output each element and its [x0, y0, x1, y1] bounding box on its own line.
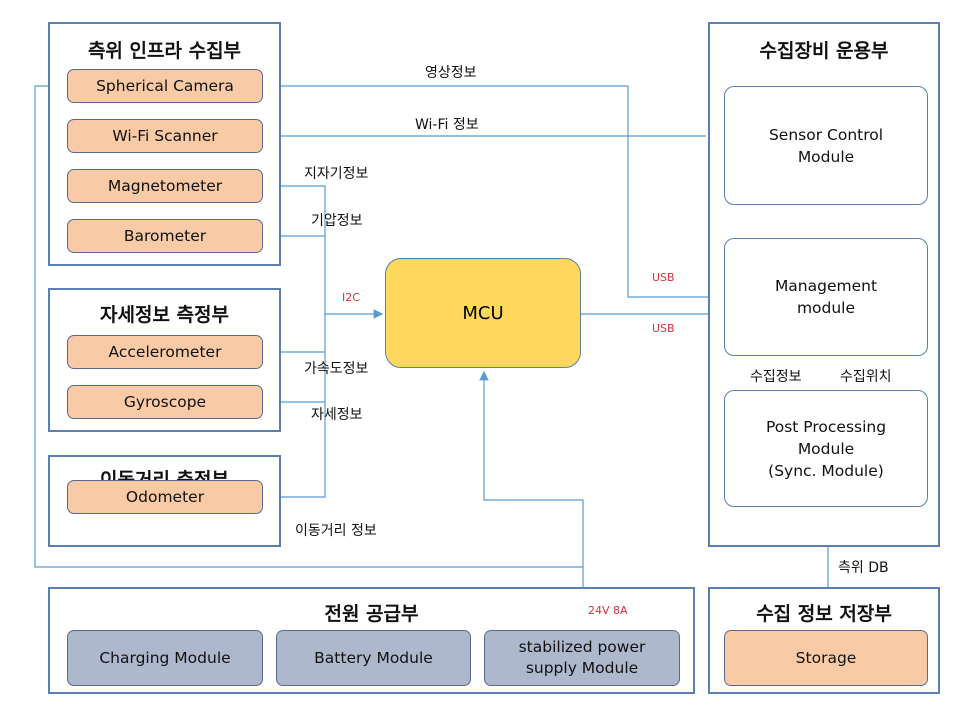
- pressure-info-label: 기압정보: [311, 213, 363, 229]
- storage: Storage: [724, 630, 928, 686]
- gyroscope: Gyroscope: [67, 385, 263, 419]
- group-title: 수집장비 운용부: [759, 40, 889, 62]
- attitude-info-label: 자세정보: [311, 407, 363, 423]
- usb-label-2: USB: [652, 322, 675, 335]
- power-spec-label: 24V 8A: [588, 604, 628, 617]
- accelerometer: Accelerometer: [67, 335, 263, 369]
- battery-module: Battery Module: [276, 630, 471, 686]
- collect-info-label: 수집정보: [750, 369, 802, 385]
- odometer: Odometer: [67, 480, 263, 514]
- management-module: Management module: [724, 238, 928, 356]
- distance-info-label: 이동거리 정보: [295, 523, 377, 539]
- usb-label-1: USB: [652, 271, 675, 284]
- wifi-info-label: Wi-Fi 정보: [415, 117, 479, 133]
- stabilized-power-supply-module: stabilized power supply Module: [484, 630, 680, 686]
- wifi-scanner: Wi-Fi Scanner: [67, 119, 263, 153]
- video-info-label: 영상정보: [425, 65, 477, 81]
- collect-position-label: 수집위치: [840, 369, 892, 385]
- i2c-label: I2C: [342, 291, 360, 304]
- group-title: 수집 정보 저장부: [756, 603, 892, 625]
- barometer: Barometer: [67, 219, 263, 253]
- charging-module: Charging Module: [67, 630, 263, 686]
- magnetometer: Magnetometer: [67, 169, 263, 203]
- group-title: 자세정보 측정부: [100, 304, 229, 326]
- system-diagram: 측위 인프라 수집부 Spherical Camera Wi-Fi Scanne…: [0, 0, 957, 711]
- mcu: MCU: [385, 258, 581, 368]
- positioning-db-label: 측위 DB: [838, 560, 889, 576]
- magnetic-info-label: 지자기정보: [304, 166, 369, 182]
- sensor-control-module: Sensor Control Module: [724, 86, 928, 205]
- accel-info-label: 가속도정보: [304, 361, 369, 377]
- spherical-camera: Spherical Camera: [67, 69, 263, 103]
- post-processing-module: Post Processing Module (Sync. Module): [724, 390, 928, 507]
- group-title: 측위 인프라 수집부: [87, 40, 242, 62]
